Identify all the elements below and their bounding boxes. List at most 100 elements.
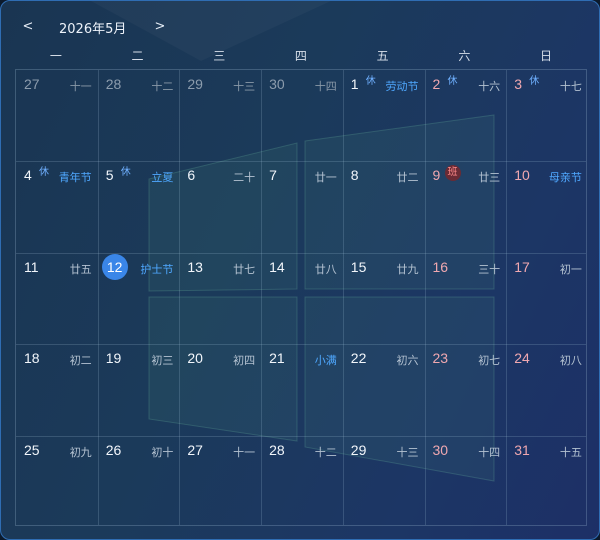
lunar-date: 十四 xyxy=(478,445,501,459)
lunar-date: 十四 xyxy=(314,80,337,93)
day-cell[interactable]: 27 十一 xyxy=(16,70,98,161)
day-cell[interactable]: 13 廿七 xyxy=(179,253,261,344)
prev-month-button[interactable]: < xyxy=(16,15,40,39)
holiday-badge: 休 xyxy=(39,167,49,179)
day-number: 9 xyxy=(432,167,441,184)
day-number: 1 xyxy=(350,76,359,92)
day-cell[interactable]: 30 十四 xyxy=(261,70,343,161)
day-cell[interactable]: 11 廿五 xyxy=(16,253,98,344)
lunar-date: 二十 xyxy=(233,171,256,185)
day-number: 4 xyxy=(24,167,32,184)
day-number: 29 xyxy=(187,76,203,92)
festival-label: 青年节 xyxy=(58,171,92,185)
day-cell[interactable]: 19 初三 xyxy=(98,344,180,435)
day-number: 19 xyxy=(105,350,122,367)
day-number: 31 xyxy=(514,441,530,458)
lunar-date: 初六 xyxy=(396,354,419,368)
lunar-date: 初四 xyxy=(233,354,256,368)
festival-label: 母亲节 xyxy=(548,171,582,185)
day-cell[interactable]: 26 初十 xyxy=(98,436,180,527)
month-title[interactable]: 2026年5月 xyxy=(59,18,126,37)
day-number: 29 xyxy=(350,441,367,458)
day-number: 15 xyxy=(350,258,367,275)
today-day-number: 12 xyxy=(101,253,128,280)
day-number: 22 xyxy=(350,350,367,367)
day-cell[interactable]: 28 十二 xyxy=(98,70,180,161)
calendar-grid: 27 十一 28 十二 29 十三 30 十四 1 休劳动节 2 休十六 3 休十七 4 休青年节 5 休立夏 6 二… xyxy=(15,69,587,526)
day-cell[interactable]: 27 十一 xyxy=(179,436,261,527)
lunar-date: 初九 xyxy=(69,445,92,459)
lunar-date: 初三 xyxy=(151,354,174,368)
day-cell[interactable]: 18 初二 xyxy=(16,344,98,435)
day-cell[interactable]: 7 廿一 xyxy=(261,161,343,252)
day-number: 27 xyxy=(24,76,40,92)
lunar-date: 十三 xyxy=(396,445,419,459)
day-cell[interactable]: 8 廿二 xyxy=(343,161,425,252)
festival-label: 劳动节 xyxy=(385,80,419,93)
workday-badge: 班 xyxy=(444,165,461,182)
festival-label: 立夏 xyxy=(151,171,174,185)
day-number: 2 xyxy=(432,76,441,92)
holiday-badge: 休 xyxy=(365,76,376,87)
day-cell[interactable]: 1 休劳动节 xyxy=(343,70,425,161)
festival-label: 小满 xyxy=(314,354,337,368)
day-number: 6 xyxy=(187,167,196,184)
day-cell[interactable]: 12 护士节 xyxy=(98,253,180,344)
lunar-date: 廿五 xyxy=(69,262,92,276)
next-month-button[interactable]: > xyxy=(148,15,172,39)
lunar-date: 初一 xyxy=(559,262,582,276)
day-cell[interactable]: 20 初四 xyxy=(179,344,261,435)
day-number: 16 xyxy=(432,258,449,275)
day-number: 28 xyxy=(105,76,122,92)
day-cell[interactable]: 4 休青年节 xyxy=(16,161,98,252)
day-cell[interactable]: 21 小满 xyxy=(261,344,343,435)
day-cell[interactable]: 14 廿八 xyxy=(261,253,343,344)
weekday-label: 四 xyxy=(294,49,307,63)
day-number: 21 xyxy=(269,350,285,367)
lunar-date: 廿二 xyxy=(396,171,419,185)
day-cell[interactable]: 10 母亲节 xyxy=(506,161,588,252)
day-number: 13 xyxy=(187,258,203,275)
lunar-date: 廿三 xyxy=(478,171,501,185)
day-number: 10 xyxy=(514,167,530,184)
weekday-label: 五 xyxy=(376,49,389,63)
weekday-label: 二 xyxy=(131,49,144,63)
lunar-date: 十七 xyxy=(559,80,582,93)
day-cell[interactable]: 30 十四 xyxy=(425,436,507,527)
day-cell[interactable]: 22 初六 xyxy=(343,344,425,435)
lunar-date: 廿七 xyxy=(233,262,256,276)
day-cell[interactable]: 24 初八 xyxy=(506,344,588,435)
day-cell[interactable]: 16 三十 xyxy=(425,253,507,344)
holiday-badge: 休 xyxy=(120,167,131,179)
day-number: 8 xyxy=(350,167,359,184)
day-cell[interactable]: 17 初一 xyxy=(506,253,588,344)
day-cell[interactable]: 6 二十 xyxy=(179,161,261,252)
day-cell[interactable]: 5 休 立夏 xyxy=(98,161,180,252)
weekday-label: 六 xyxy=(458,49,471,63)
day-cell[interactable]: 9 班 廿三 xyxy=(425,161,507,252)
lunar-date: 十二 xyxy=(151,80,174,93)
festival-label: 护士节 xyxy=(140,262,174,276)
lunar-date: 廿九 xyxy=(396,262,419,276)
lunar-date: 三十 xyxy=(478,262,501,276)
day-number: 27 xyxy=(187,441,203,458)
day-cell[interactable]: 29 十三 xyxy=(343,436,425,527)
day-number: 23 xyxy=(432,350,449,367)
lunar-date: 廿一 xyxy=(314,171,337,185)
day-number: 5 xyxy=(105,167,114,184)
day-cell[interactable]: 3 休 十七 xyxy=(506,70,588,161)
day-number: 24 xyxy=(514,350,530,367)
day-number: 30 xyxy=(269,76,285,92)
lunar-date: 十六 xyxy=(478,80,501,93)
day-cell[interactable]: 23 初七 xyxy=(425,344,507,435)
day-cell[interactable]: 15 廿九 xyxy=(343,253,425,344)
day-number: 18 xyxy=(24,350,40,367)
day-cell[interactable]: 31 十五 xyxy=(506,436,588,527)
day-number: 17 xyxy=(514,258,530,275)
day-cell[interactable]: 28 十二 xyxy=(261,436,343,527)
day-cell[interactable]: 2 休 十六 xyxy=(425,70,507,161)
day-number: 3 xyxy=(514,76,522,92)
day-number: 28 xyxy=(269,441,285,458)
day-cell[interactable]: 29 十三 xyxy=(179,70,261,161)
day-cell[interactable]: 25 初九 xyxy=(16,436,98,527)
